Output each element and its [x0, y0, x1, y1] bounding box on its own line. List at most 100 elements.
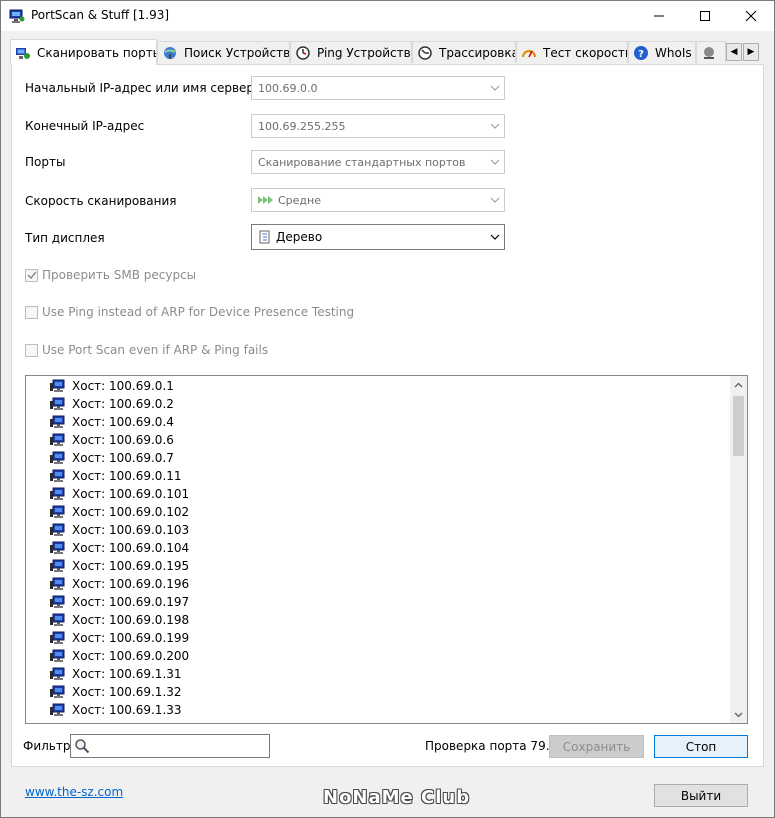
tab-whois[interactable]: ? WhoIs	[628, 41, 696, 63]
tab-device-search[interactable]: Поиск Устройства	[157, 41, 290, 63]
tree-row[interactable]: Хост: 100.69.0.103	[50, 521, 189, 539]
host-label: Хост: 100.69.0.6	[72, 433, 174, 447]
end-ip-label: Конечный IP-адрес	[25, 119, 145, 133]
host-label: Хост: 100.69.0.200	[72, 649, 190, 663]
computer-icon	[50, 415, 65, 428]
tree-row[interactable]: Хост: 100.69.1.32	[50, 683, 182, 701]
tree-row[interactable]: Хост: 100.69.0.4	[50, 413, 174, 431]
tree-row[interactable]: Хост: 100.69.0.200	[50, 647, 189, 665]
ports-combo[interactable]: Сканирование стандартных портов	[251, 150, 505, 174]
window-title: PortScan & Stuff [1.93]	[31, 8, 170, 22]
tab-scroll-right-button[interactable]: ▶	[743, 43, 759, 61]
tree-row[interactable]: Хост: 100.69.0.197	[50, 593, 189, 611]
host-label: Хост: 100.69.0.11	[72, 469, 182, 483]
speedometer-icon	[522, 49, 536, 57]
tree-row[interactable]: Хост: 100.69.0.195	[50, 557, 189, 575]
tree-row[interactable]: Хост: 100.69.0.6	[50, 431, 174, 449]
display-type-combo[interactable]: Дерево	[251, 224, 505, 250]
tree-view-icon	[259, 230, 270, 244]
question-icon: ?	[634, 45, 648, 60]
tree-row[interactable]: Хост: 100.69.0.104	[50, 539, 189, 557]
tab-label: Сканировать порты	[37, 45, 157, 60]
search-icon	[75, 739, 90, 754]
tree-row[interactable]: Хост: 100.69.0.2	[50, 395, 174, 413]
tree-row[interactable]: Хост: 100.69.0.102	[50, 503, 189, 521]
tree-row[interactable]: Хост: 100.69.0.196	[50, 575, 189, 593]
host-label: Хост: 100.69.0.103	[72, 523, 190, 537]
tree-row[interactable]: Хост: 100.69.0.1	[50, 377, 174, 395]
ports-label: Порты	[25, 155, 66, 169]
svg-text:?: ?	[638, 49, 644, 60]
speed-label: Скорость сканирования	[25, 194, 177, 208]
start-ip-combo[interactable]: 100.69.0.0	[251, 76, 505, 100]
status-text: Проверка порта 79...	[425, 739, 558, 753]
display-type-value: Дерево	[276, 230, 323, 244]
tab-label: Поиск Устройства	[184, 45, 290, 60]
website-link[interactable]: www.the-sz.com	[25, 785, 123, 799]
exit-button[interactable]: Выйти	[654, 784, 748, 807]
checkbox-box	[25, 268, 38, 282]
globe-search-icon	[164, 46, 176, 59]
computer-icon	[50, 613, 65, 626]
fast-forward-icon	[258, 196, 273, 204]
maximize-button[interactable]	[682, 1, 728, 31]
speed-combo[interactable]: Средне	[251, 188, 505, 212]
computer-icon	[50, 703, 65, 716]
checkbox-label: Use Ping instead of ARP for Device Prese…	[42, 305, 355, 319]
tab-speed-test[interactable]: Тест скорости	[516, 41, 628, 63]
tab-scroll-left-button[interactable]: ◀	[726, 43, 742, 61]
scroll-down-button[interactable]	[730, 706, 747, 723]
ports-value: Сканирование стандартных портов	[258, 155, 466, 169]
host-label: Хост: 100.69.0.195	[72, 559, 190, 573]
tab-label: Тест скорости	[543, 45, 628, 60]
computer-icon	[50, 523, 65, 536]
tree-row[interactable]: Хост: 100.69.0.199	[50, 629, 189, 647]
tab-port-scan[interactable]: Сканировать порты	[10, 39, 157, 65]
title-bar[interactable]: PortScan & Stuff [1.93]	[1, 1, 774, 31]
tree-row[interactable]: Хост: 100.69.0.198	[50, 611, 189, 629]
host-label: Хост: 100.69.0.2	[72, 397, 174, 411]
tree-row[interactable]: Хост: 100.69.0.11	[50, 467, 182, 485]
ping-instead-of-arp-checkbox[interactable]: Use Ping instead of ARP for Device Prese…	[25, 305, 354, 319]
computer-icon	[50, 469, 65, 482]
app-icon	[9, 9, 25, 23]
close-button[interactable]	[728, 1, 774, 31]
scroll-up-button[interactable]	[730, 376, 747, 393]
minimize-button[interactable]	[636, 1, 682, 31]
end-ip-combo[interactable]: 100.69.255.255	[251, 114, 505, 138]
tree-row[interactable]: Хост: 100.69.1.31	[50, 665, 182, 683]
chevron-down-icon	[490, 159, 500, 165]
stop-button[interactable]: Стоп	[654, 735, 748, 758]
computer-icon	[50, 595, 65, 608]
checkbox-label: Use Port Scan even if ARP & Ping fails	[42, 343, 269, 357]
checkmark-icon	[26, 271, 37, 280]
tab-strip: Сканировать порты Поиск Устройства Ping …	[1, 31, 774, 65]
filter-label: Фильтр	[23, 739, 71, 753]
tree-row[interactable]: Хост: 100.69.0.7	[50, 449, 174, 467]
host-label: Хост: 100.69.0.197	[72, 595, 190, 609]
scroll-thumb[interactable]	[733, 396, 744, 456]
chevron-left-icon: ◀	[730, 47, 738, 57]
computer-icon	[50, 397, 65, 410]
host-label: Хост: 100.69.1.33	[72, 703, 182, 717]
tab-label: Трассировка	[439, 45, 516, 60]
tab-ping[interactable]: Ping Устройства	[290, 41, 412, 63]
tree-row[interactable]: Хост: 100.69.0.101	[50, 485, 189, 503]
computer-icon	[50, 559, 65, 572]
save-button[interactable]: Сохранить	[549, 735, 644, 758]
tab-traceroute[interactable]: Трассировка	[412, 41, 516, 63]
host-tree[interactable]: Хост: 100.69.0.1 Хост: 100.69.0.2 Хост: 10…	[25, 375, 748, 724]
tab-network[interactable]	[696, 41, 726, 63]
port-scan-fallback-checkbox[interactable]: Use Port Scan even if ARP & Ping fails	[25, 343, 268, 357]
computer-icon	[50, 541, 65, 554]
vertical-scrollbar[interactable]	[730, 376, 747, 723]
host-label: Хост: 100.69.0.4	[72, 415, 174, 429]
globe-scan-icon	[16, 47, 30, 59]
ping-clock-icon	[296, 45, 310, 60]
port-scan-panel: Начальный IP-адрес или имя сервера 100.6…	[11, 64, 764, 767]
smb-shares-checkbox[interactable]: Проверить SMB ресурсы	[25, 268, 196, 282]
host-label: Хост: 100.69.0.104	[72, 541, 190, 555]
tree-row[interactable]: Хост: 100.69.1.33	[50, 701, 182, 719]
host-label: Хост: 100.69.0.199	[72, 631, 190, 645]
filter-input[interactable]	[70, 734, 270, 758]
